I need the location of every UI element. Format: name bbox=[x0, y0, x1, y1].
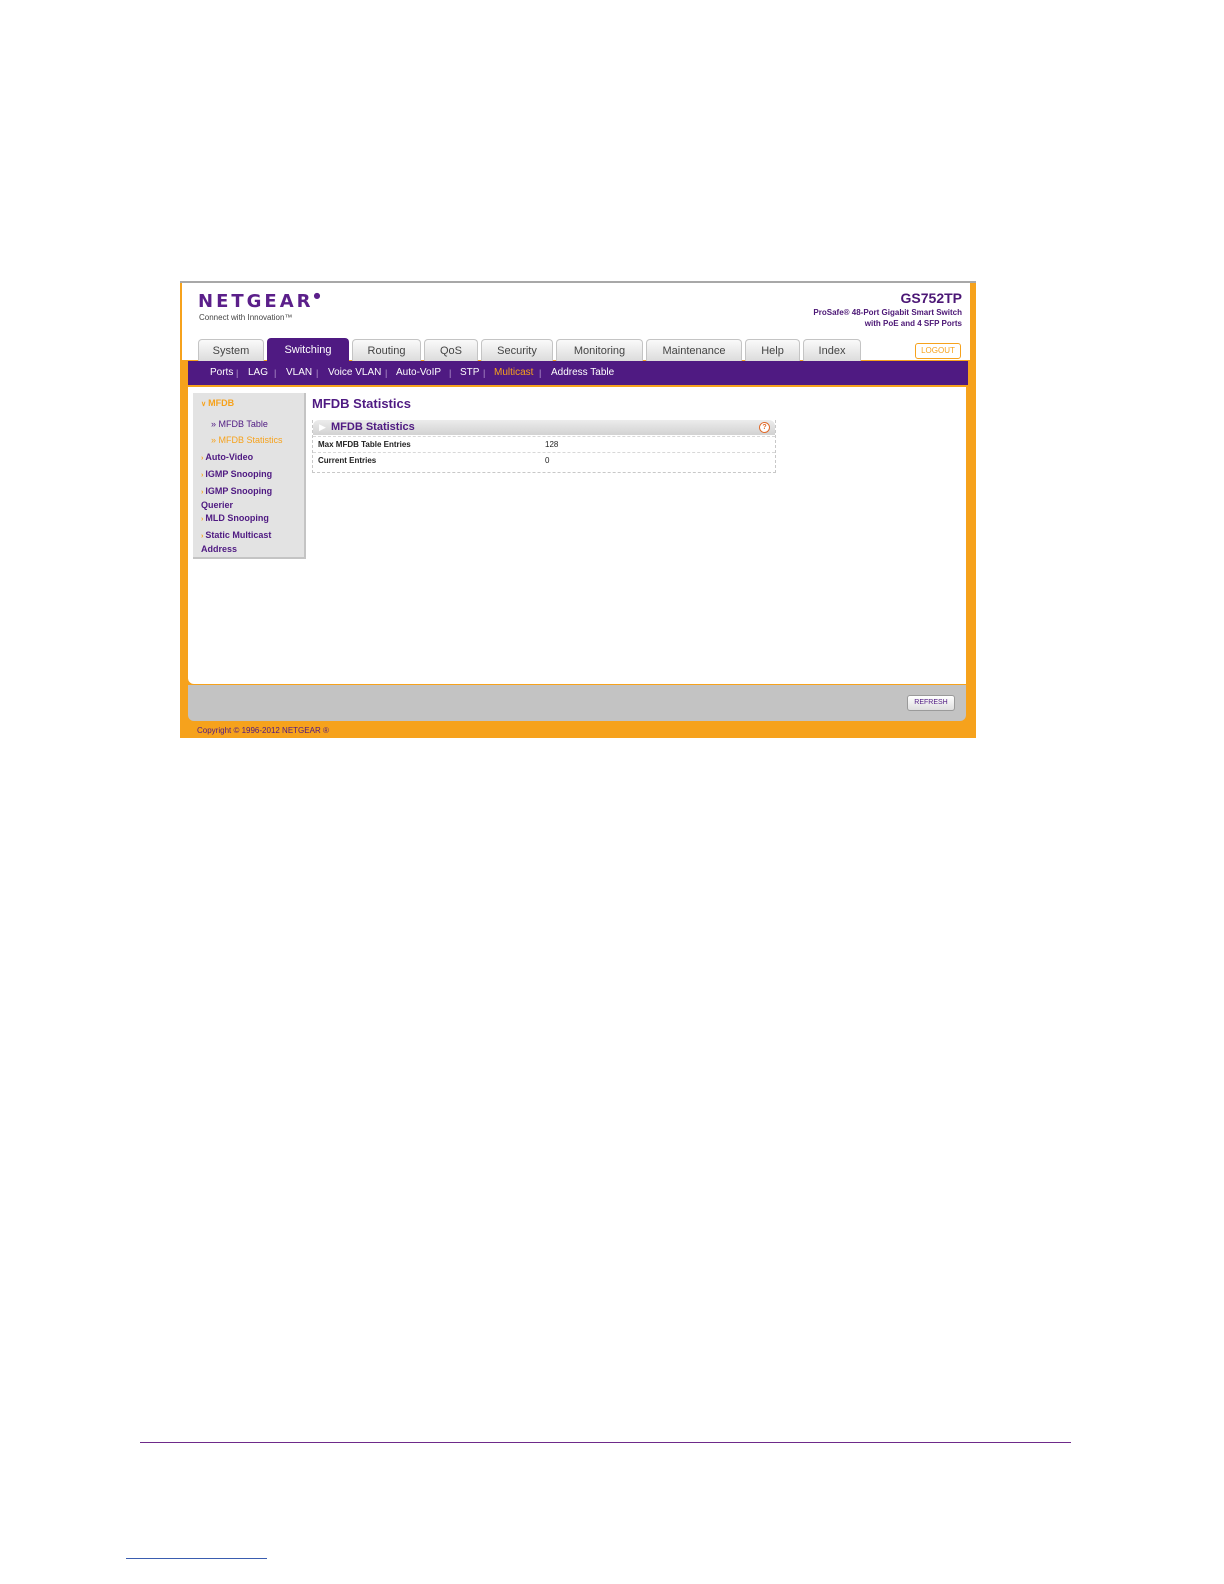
tab-index[interactable]: Index bbox=[803, 339, 861, 361]
row-label: Max MFDB Table Entries bbox=[318, 440, 411, 449]
netgear-logo: NETGEAR● bbox=[198, 291, 321, 312]
sub-navigation: Ports | LAG | VLAN | Voice VLAN | Auto-V… bbox=[188, 361, 968, 385]
page-title: MFDB Statistics bbox=[312, 396, 411, 411]
subnav-ports[interactable]: Ports bbox=[210, 361, 233, 385]
chevron-down-icon: ∨ bbox=[201, 401, 207, 408]
help-icon[interactable]: ? bbox=[759, 422, 770, 433]
row-value: 128 bbox=[545, 440, 559, 449]
footer-bar: REFRESH bbox=[188, 685, 966, 721]
tagline: Connect with Innovation™ bbox=[199, 313, 293, 322]
copyright: Copyright © 1996-2012 NETGEAR ® bbox=[197, 726, 329, 735]
bullet-icon: » bbox=[211, 435, 217, 445]
panel-title: MFDB Statistics bbox=[331, 421, 415, 433]
sidebar-item-mfdb-table[interactable]: » MFDB Table bbox=[211, 419, 268, 429]
subnav-separator: | bbox=[385, 368, 388, 378]
sidebar-item-label: MFDB Table bbox=[218, 419, 268, 429]
refresh-button[interactable]: REFRESH bbox=[907, 695, 955, 711]
subnav-voice-vlan[interactable]: Voice VLAN bbox=[328, 361, 381, 385]
footer-link-underline bbox=[126, 1558, 267, 1559]
subnav-separator: | bbox=[236, 368, 239, 378]
sidebar-item-label: MLD Snooping bbox=[205, 513, 269, 523]
product-description: ProSafe® 48-Port Gigabit Smart Switch wi… bbox=[742, 307, 962, 329]
subnav-stp[interactable]: STP bbox=[460, 361, 479, 385]
sidebar-item-auto-video[interactable]: › Auto-Video bbox=[201, 451, 253, 465]
model-name: GS752TP bbox=[900, 290, 962, 306]
sidebar-item-label: IGMP Snooping bbox=[205, 486, 273, 496]
sidebar-item-label: MFDB bbox=[208, 398, 235, 408]
subnav-multicast[interactable]: Multicast bbox=[494, 361, 533, 385]
tab-switching[interactable]: Switching bbox=[267, 338, 349, 362]
tab-system[interactable]: System bbox=[198, 339, 264, 361]
bullet-icon: » bbox=[211, 419, 217, 429]
subnav-separator: | bbox=[449, 368, 452, 378]
subnav-separator: | bbox=[539, 368, 542, 378]
sidebar-item-label: Auto-Video bbox=[205, 452, 254, 462]
product-line-1: ProSafe® 48-Port Gigabit Smart Switch bbox=[813, 308, 962, 317]
subnav-separator: | bbox=[316, 368, 319, 378]
arrow-icon: › bbox=[201, 533, 204, 540]
app-window: NETGEAR● Connect with Innovation™ GS752T… bbox=[180, 281, 976, 738]
arrow-icon: › bbox=[201, 516, 204, 523]
sidebar-item-label: IGMP Snooping bbox=[205, 469, 273, 479]
table-row: Max MFDB Table Entries 128 bbox=[313, 436, 775, 452]
tab-help[interactable]: Help bbox=[745, 339, 800, 361]
page-divider bbox=[140, 1442, 1071, 1443]
sidebar-item-label: Static Multicast bbox=[205, 530, 272, 540]
sidebar-menu: ∨ MFDB » MFDB Table » MFDB Statistics › Au… bbox=[193, 393, 306, 559]
tab-qos[interactable]: QoS bbox=[424, 339, 478, 361]
sidebar-item-mld-snooping[interactable]: › MLD Snooping bbox=[201, 512, 269, 526]
sidebar-item-mfdb[interactable]: ∨ MFDB bbox=[201, 397, 234, 411]
sidebar-item-label: MFDB Statistics bbox=[218, 435, 283, 445]
product-line-2: with PoE and 4 SFP Ports bbox=[864, 319, 962, 328]
sidebar-item-igmp-snooping-querier[interactable]: › IGMP Snooping Querier bbox=[201, 485, 272, 512]
header: NETGEAR● Connect with Innovation™ GS752T… bbox=[182, 283, 970, 362]
arrow-icon: › bbox=[201, 455, 204, 462]
tab-security[interactable]: Security bbox=[481, 339, 553, 361]
main-content: ∨ MFDB » MFDB Table » MFDB Statistics › Au… bbox=[188, 387, 966, 684]
row-value: 0 bbox=[545, 456, 550, 465]
sidebar-item-igmp-snooping[interactable]: › IGMP Snooping bbox=[201, 468, 272, 482]
subnav-lag[interactable]: LAG bbox=[248, 361, 268, 385]
subnav-vlan[interactable]: VLAN bbox=[286, 361, 312, 385]
table-row: Current Entries 0 bbox=[313, 452, 775, 468]
subnav-separator: | bbox=[274, 368, 277, 378]
subnav-auto-voip[interactable]: Auto-VoIP bbox=[396, 361, 441, 385]
row-label: Current Entries bbox=[318, 456, 377, 465]
sidebar-item-mfdb-statistics[interactable]: » MFDB Statistics bbox=[211, 435, 283, 445]
mfdb-statistics-panel: ▶ MFDB Statistics ? Max MFDB Table Entri… bbox=[312, 420, 776, 473]
tab-monitoring[interactable]: Monitoring bbox=[556, 339, 643, 361]
arrow-icon: › bbox=[201, 489, 204, 496]
subnav-address-table[interactable]: Address Table bbox=[551, 361, 614, 385]
collapse-icon[interactable]: ▶ bbox=[319, 422, 326, 433]
arrow-icon: › bbox=[201, 472, 204, 479]
sidebar-item-label: Address bbox=[201, 544, 238, 554]
tab-maintenance[interactable]: Maintenance bbox=[646, 339, 742, 361]
sidebar-item-static-multicast-address[interactable]: › Static Multicast Address bbox=[201, 529, 271, 556]
panel-header: ▶ MFDB Statistics ? bbox=[313, 420, 775, 435]
subnav-separator: | bbox=[483, 368, 486, 378]
sidebar-item-label: Querier bbox=[201, 500, 234, 510]
tab-routing[interactable]: Routing bbox=[352, 339, 421, 361]
logout-button[interactable]: LOGOUT bbox=[915, 343, 961, 359]
